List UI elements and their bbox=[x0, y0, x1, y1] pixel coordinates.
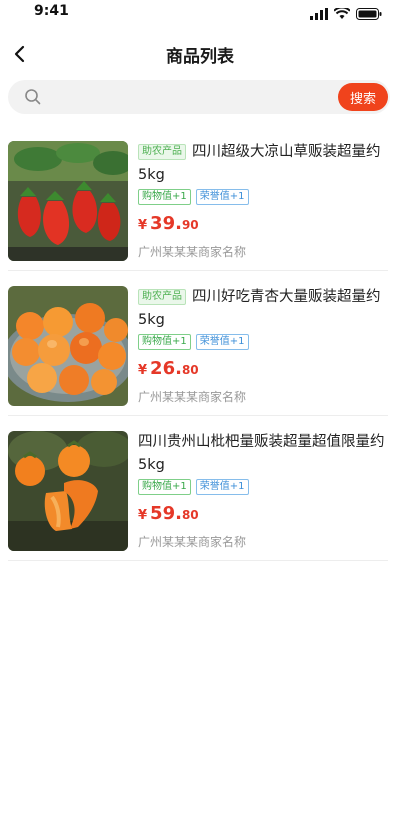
status-icons bbox=[310, 5, 382, 24]
product-title: 四川贵州山枇杷量贩装超量超值限量约5kg bbox=[138, 431, 388, 477]
product-item[interactable]: 四川贵州山枇杷量贩装超量超值限量约5kg 购物值+1 荣誉值+1 ¥59.80 … bbox=[8, 416, 388, 561]
honor-value-tag: 荣誉值+1 bbox=[195, 479, 249, 495]
currency-symbol: ¥ bbox=[138, 363, 148, 378]
merchant-name[interactable]: 广州某某某商家名称 bbox=[138, 243, 388, 260]
search-bar: 搜索 bbox=[8, 80, 390, 114]
product-price: ¥59.80 bbox=[138, 503, 388, 527]
product-title: 助农产品 四川超级大凉山草贩装超量约5kg bbox=[138, 141, 388, 187]
shopping-value-tag: 购物值+1 bbox=[138, 479, 191, 495]
apricots-image bbox=[8, 286, 128, 406]
search-icon bbox=[25, 89, 41, 105]
price-integer: 39. bbox=[150, 213, 182, 234]
agri-badge: 助农产品 bbox=[138, 144, 186, 160]
product-tags: 购物值+1 荣誉值+1 bbox=[138, 479, 388, 495]
strawberries-image bbox=[8, 141, 128, 261]
persimmon-image bbox=[8, 431, 128, 551]
product-price: ¥26.80 bbox=[138, 358, 388, 382]
currency-symbol: ¥ bbox=[138, 218, 148, 233]
product-price: ¥39.90 bbox=[138, 213, 388, 237]
agri-badge: 助农产品 bbox=[138, 289, 186, 305]
shopping-value-tag: 购物值+1 bbox=[138, 334, 191, 350]
currency-symbol: ¥ bbox=[138, 508, 148, 523]
product-item[interactable]: 助农产品 四川超级大凉山草贩装超量约5kg 购物值+1 荣誉值+1 ¥39.90 … bbox=[8, 126, 388, 271]
merchant-name[interactable]: 广州某某某商家名称 bbox=[138, 533, 388, 550]
product-tags: 购物值+1 荣誉值+1 bbox=[138, 334, 388, 350]
price-integer: 26. bbox=[150, 358, 182, 379]
search-button[interactable]: 搜索 bbox=[338, 83, 388, 111]
wifi-icon bbox=[333, 5, 351, 24]
status-time: 9:41 bbox=[34, 3, 69, 19]
price-integer: 59. bbox=[150, 503, 182, 524]
product-list: 助农产品 四川超级大凉山草贩装超量约5kg 购物值+1 荣誉值+1 ¥39.90 … bbox=[0, 126, 400, 561]
product-title: 助农产品 四川好吃青杏大量贩装超量约5kg bbox=[138, 286, 388, 332]
price-decimal: 90 bbox=[181, 218, 199, 232]
price-decimal: 80 bbox=[181, 363, 199, 377]
shopping-value-tag: 购物值+1 bbox=[138, 189, 191, 205]
merchant-name[interactable]: 广州某某某商家名称 bbox=[138, 388, 388, 405]
page-title: 商品列表 bbox=[166, 47, 234, 67]
honor-value-tag: 荣誉值+1 bbox=[195, 189, 249, 205]
product-info: 助农产品 四川好吃青杏大量贩装超量约5kg 购物值+1 荣誉值+1 ¥26.80 … bbox=[138, 286, 388, 405]
signal-icon bbox=[310, 5, 328, 24]
product-tags: 购物值+1 荣誉值+1 bbox=[138, 189, 388, 205]
battery-icon bbox=[356, 5, 382, 24]
product-info: 助农产品 四川超级大凉山草贩装超量约5kg 购物值+1 荣誉值+1 ¥39.90 … bbox=[138, 141, 388, 260]
search-input[interactable] bbox=[48, 85, 328, 109]
nav-bar: 商品列表 bbox=[0, 36, 400, 72]
product-title-text: 四川贵州山枇杷量贩装超量超值限量约5kg bbox=[138, 434, 385, 473]
product-info: 四川贵州山枇杷量贩装超量超值限量约5kg 购物值+1 荣誉值+1 ¥59.80 … bbox=[138, 431, 388, 550]
price-decimal: 80 bbox=[181, 508, 199, 522]
honor-value-tag: 荣誉值+1 bbox=[195, 334, 249, 350]
product-item[interactable]: 助农产品 四川好吃青杏大量贩装超量约5kg 购物值+1 荣誉值+1 ¥26.80 … bbox=[8, 271, 388, 416]
status-bar: 9:41 bbox=[0, 0, 400, 24]
